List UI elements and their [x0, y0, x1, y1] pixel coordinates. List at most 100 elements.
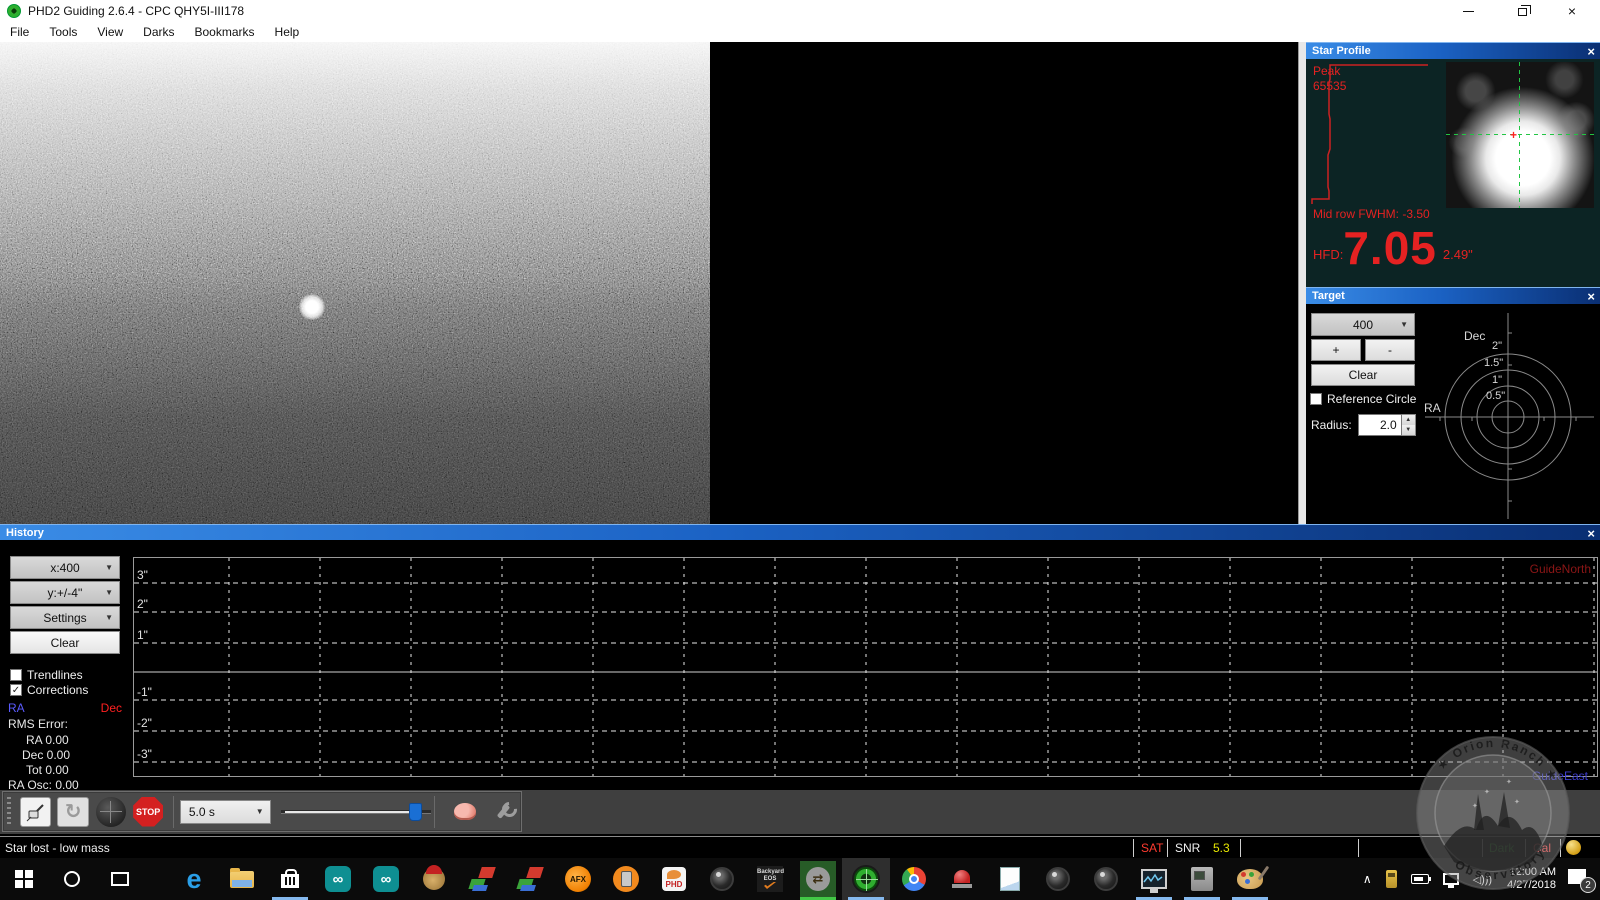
guide-star[interactable]: [299, 294, 325, 320]
dropdown-arrow-icon: ▼: [105, 563, 113, 572]
toolbar-group: ↻ STOP 5.0 s ▼: [2, 791, 522, 832]
arduino-icon: ∞: [325, 866, 351, 892]
status-separator: [1167, 839, 1168, 857]
guide-camera-image[interactable]: [0, 42, 1298, 524]
history-clear-button[interactable]: Clear: [10, 631, 120, 654]
status-message: Star lost - low mass: [5, 841, 110, 855]
centurion-helmet-icon: [423, 868, 445, 890]
notification-badge: 2: [1580, 877, 1596, 893]
action-center-button[interactable]: 2: [1568, 869, 1590, 889]
target-bullseye-plot: Dec 2" 1.5" 1" 0.5" RA: [1306, 304, 1600, 524]
vertical-splitter[interactable]: [1298, 42, 1306, 524]
menu-file[interactable]: File: [0, 22, 39, 42]
dec-legend-label[interactable]: Dec: [101, 701, 122, 715]
advanced-settings-button[interactable]: [449, 797, 480, 827]
taskbar-item-phd2-guiding[interactable]: [842, 858, 890, 900]
taskbar-item-sync-1[interactable]: [458, 858, 506, 900]
taskbar-item-siren[interactable]: [938, 858, 986, 900]
ra-axis-label: RA: [1424, 401, 1441, 415]
taskbar-item-device[interactable]: [1178, 858, 1226, 900]
camera-lens-icon: [1046, 867, 1070, 891]
menu-view[interactable]: View: [87, 22, 133, 42]
dec-axis-label: Dec: [1464, 329, 1485, 343]
history-close-icon[interactable]: ×: [1587, 526, 1595, 541]
search-button[interactable]: [48, 858, 96, 900]
auto-select-star-button[interactable]: [95, 797, 126, 827]
history-yscale-dropdown[interactable]: y:+/-4'' ▼: [10, 581, 120, 604]
stop-button[interactable]: STOP: [132, 797, 163, 827]
toolbar-separator: [434, 796, 435, 828]
start-button[interactable]: [0, 858, 48, 900]
ra-legend-label[interactable]: RA: [8, 701, 25, 715]
stop-sign-icon: STOP: [133, 797, 163, 827]
star-profile-close-icon[interactable]: ×: [1587, 44, 1595, 59]
close-button[interactable]: ×: [1552, 0, 1592, 22]
taskbar-item-store[interactable]: [266, 858, 314, 900]
chrome-icon: [902, 867, 926, 891]
menu-darks[interactable]: Darks: [133, 22, 184, 42]
taskbar-item-centurion[interactable]: [410, 858, 458, 900]
minimize-button[interactable]: [1448, 0, 1488, 22]
menu-bookmarks[interactable]: Bookmarks: [185, 22, 265, 42]
restore-button[interactable]: [1502, 0, 1542, 22]
centroid-cross-icon: +: [1510, 128, 1517, 142]
menu-help[interactable]: Help: [265, 22, 310, 42]
status-separator: [1560, 839, 1561, 857]
star-profile-pane: Star Profile × Peak 65535 + Mid row FWHM…: [1306, 42, 1600, 287]
taskbar-item-arduino-1[interactable]: ∞: [314, 858, 362, 900]
speaker-icon[interactable]: ◁))): [1473, 873, 1492, 886]
crosshair-vertical-icon: [1519, 62, 1520, 208]
taskbar-item-camera-3[interactable]: [1082, 858, 1130, 900]
windows-logo-icon: [15, 870, 33, 888]
sat-indicator: SAT: [1141, 841, 1163, 855]
device-icon: [1191, 867, 1213, 891]
taskbar-item-camera-2[interactable]: [1034, 858, 1082, 900]
taskbar-item-arduino-2[interactable]: ∞: [362, 858, 410, 900]
taskbar-item-sync-2[interactable]: [506, 858, 554, 900]
taskbar-item-edge[interactable]: e: [170, 858, 218, 900]
store-icon: [281, 874, 299, 888]
exposure-dropdown[interactable]: 5.0 s ▼: [180, 800, 271, 824]
taskbar-item-camera-1[interactable]: [698, 858, 746, 900]
corrections-checkbox[interactable]: ✓: [10, 684, 22, 696]
battery-icon[interactable]: [1411, 874, 1429, 884]
taskbar-item-afx[interactable]: AFX: [554, 858, 602, 900]
taskbar-item-backyard-eos[interactable]: BackyardEOS: [746, 858, 794, 900]
menu-bar: File Tools View Darks Bookmarks Help: [0, 22, 1600, 42]
clock[interactable]: 12:00 AM 4/27/2018: [1507, 866, 1556, 892]
sync-icon: [470, 867, 494, 891]
target-close-icon[interactable]: ×: [1587, 289, 1595, 304]
clock-time: 12:00 AM: [1507, 866, 1556, 879]
usb-device-icon[interactable]: [1386, 870, 1397, 888]
taskbar-item-hand-controller[interactable]: [602, 858, 650, 900]
taskbar-item-chrome[interactable]: [890, 858, 938, 900]
trendlines-checkbox[interactable]: [10, 669, 22, 681]
taskbar-item-notepad[interactable]: [986, 858, 1034, 900]
history-title-bar: History ×: [0, 524, 1600, 540]
y-label-m3: -3": [137, 747, 152, 761]
noise-grain-overlay: [0, 42, 710, 524]
loop-exposures-button[interactable]: ↻: [57, 797, 89, 827]
history-settings-dropdown[interactable]: Settings ▼: [10, 606, 120, 629]
connect-camera-button[interactable]: [20, 797, 52, 827]
camera-settings-button[interactable]: [487, 797, 518, 827]
ascom-hub-icon: ⇄: [800, 861, 836, 897]
stretch-slider[interactable]: [281, 800, 428, 824]
slider-handle[interactable]: [409, 803, 422, 821]
history-xscale-dropdown[interactable]: x:400 ▼: [10, 556, 120, 579]
task-view-button[interactable]: [96, 858, 144, 900]
tray-chevron-icon[interactable]: ∧: [1363, 872, 1372, 886]
toolbar-grip[interactable]: [7, 797, 11, 827]
history-xscale-value: x:400: [50, 561, 79, 575]
phd2-target-icon: [852, 865, 880, 893]
taskbar-item-phd2-classic[interactable]: PHD: [650, 858, 698, 900]
main-toolbar: ↻ STOP 5.0 s ▼: [0, 790, 1600, 834]
network-icon[interactable]: [1443, 873, 1459, 885]
axis-legend: RA Dec: [8, 701, 122, 715]
taskbar-item-palette[interactable]: [1226, 858, 1274, 900]
taskbar-item-graph-monitor[interactable]: [1130, 858, 1178, 900]
system-tray: ∧ ◁))) 12:00 AM 4/27/2018 2: [1356, 858, 1600, 900]
taskbar-item-file-explorer[interactable]: [218, 858, 266, 900]
menu-tools[interactable]: Tools: [39, 22, 87, 42]
taskbar-item-ascom-hub[interactable]: ⇄: [794, 858, 842, 900]
